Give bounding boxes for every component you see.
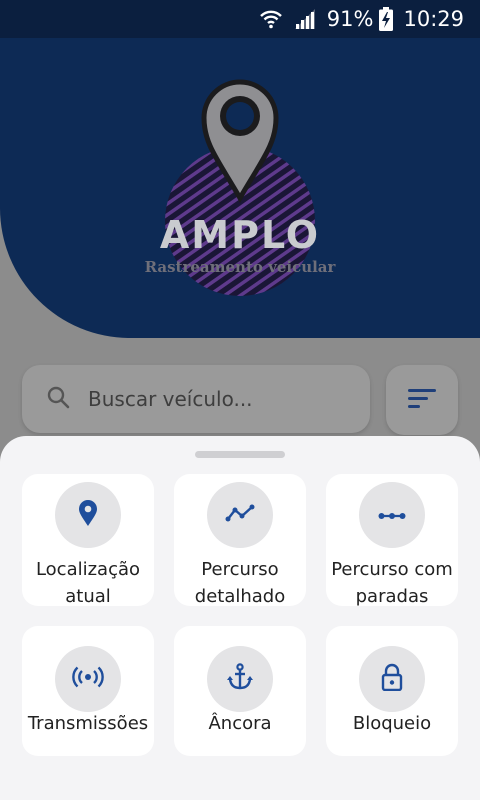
icon-circle <box>359 482 425 548</box>
action-label: Transmissões <box>27 713 149 734</box>
lock-icon <box>381 663 403 695</box>
clock: 10:29 <box>403 7 464 31</box>
status-bar: 91% 10:29 <box>0 0 480 38</box>
logo-subtitle: Rastreamento veicular <box>144 258 336 276</box>
location-pin-icon <box>78 500 98 530</box>
action-label: Âncora <box>208 713 272 734</box>
icon-circle <box>359 646 425 712</box>
action-lock[interactable]: Bloqueio <box>326 626 458 756</box>
action-route-with-stops[interactable]: Percurso com paradas <box>326 474 458 607</box>
icon-circle <box>55 482 121 548</box>
search-bar[interactable] <box>22 365 370 433</box>
action-detailed-route[interactable]: Percurso detalhado <box>174 474 306 607</box>
action-label: Percurso detalhado <box>194 559 286 607</box>
action-label: Localização atual <box>35 559 141 607</box>
action-transmissions[interactable]: Transmissões <box>22 626 154 756</box>
icon-circle <box>207 646 273 712</box>
icon-circle <box>207 482 273 548</box>
signal-icon <box>293 8 317 30</box>
battery-percentage: 91% <box>326 7 374 31</box>
sheet-drag-handle[interactable] <box>195 451 285 458</box>
wifi-icon <box>259 8 283 30</box>
action-label: Percurso com paradas <box>331 559 453 607</box>
action-anchor[interactable]: Âncora <box>174 626 306 756</box>
route-line-icon <box>225 504 255 526</box>
search-input[interactable] <box>88 387 348 411</box>
action-current-location[interactable]: Localização atual <box>22 474 154 607</box>
anchor-icon <box>227 663 253 695</box>
broadcast-icon <box>72 666 104 692</box>
sort-filter-icon <box>407 387 437 413</box>
battery-charging-icon <box>379 7 394 31</box>
search-icon <box>46 385 70 413</box>
app-logo: AMPLO Rastreamento veicular <box>140 78 340 303</box>
action-label: Bloqueio <box>352 713 432 734</box>
actions-bottom-sheet: Localização atual Percurso detalhado Per… <box>0 436 480 800</box>
filter-button[interactable] <box>386 365 458 435</box>
logo-title: AMPLO <box>159 213 321 257</box>
route-stops-icon <box>378 506 406 525</box>
icon-circle <box>55 646 121 712</box>
